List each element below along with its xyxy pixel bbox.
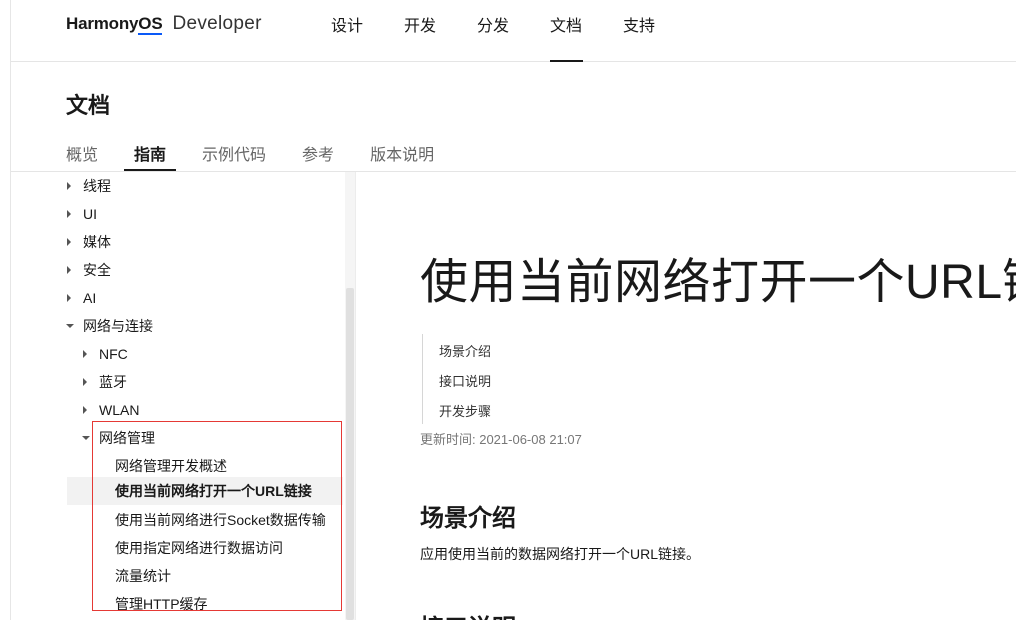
tree-item-label: 管理HTTP缓存 [115, 596, 208, 612]
tree-item-network-management[interactable]: 网络管理 [11, 424, 343, 452]
tree-item-socket-transfer[interactable]: 使用当前网络进行Socket数据传输 [11, 506, 343, 534]
tree-item-label: UI [83, 206, 97, 222]
tree-item-label: WLAN [99, 402, 140, 418]
brand-logo[interactable]: HarmonyOS Developer [66, 13, 262, 37]
tree-item-label: 安全 [83, 262, 111, 278]
tree-item-ai[interactable]: AI [11, 284, 343, 312]
nav-design[interactable]: 设计 [331, 0, 404, 62]
caret-right-icon [83, 378, 87, 386]
tree-item-label: 使用指定网络进行数据访问 [115, 540, 283, 556]
nav-links: 设计 开发 分发 文档 支持 [331, 0, 696, 62]
brand-subtitle: Developer [172, 13, 262, 34]
tree-item-label: 网络管理 [99, 430, 155, 446]
caret-right-icon [67, 238, 71, 246]
tab-sample-code[interactable]: 示例代码 [202, 128, 266, 172]
toc-item-scenario[interactable]: 场景介绍 [439, 341, 491, 360]
doc-tabs: 概览 指南 示例代码 参考 版本说明 [66, 128, 470, 172]
caret-right-icon [67, 182, 71, 190]
caret-right-icon [67, 294, 71, 302]
tree-item-label: 使用当前网络打开一个URL链接 [115, 483, 312, 499]
tree-item-traffic-stats[interactable]: 流量统计 [11, 562, 343, 590]
section-heading-interface: 接口说明 [420, 608, 516, 620]
updated-time: 更新时间: 2021-06-08 21:07 [420, 432, 582, 447]
toc-item-steps[interactable]: 开发步骤 [439, 401, 491, 420]
tree-item-open-url[interactable]: 使用当前网络打开一个URL链接 [67, 477, 343, 505]
tab-guide[interactable]: 指南 [124, 128, 177, 172]
tree-item-label: 使用当前网络进行Socket数据传输 [115, 512, 326, 528]
caret-right-icon [67, 210, 71, 218]
tab-overview[interactable]: 概览 [66, 128, 98, 172]
caret-right-icon [83, 350, 87, 358]
caret-down-icon [66, 324, 74, 328]
tree-item-media[interactable]: 媒体 [11, 228, 343, 256]
caret-right-icon [83, 406, 87, 414]
caret-down-icon [82, 436, 90, 440]
table-of-contents: 场景介绍 接口说明 开发步骤 [422, 334, 622, 424]
tree-item-nfc[interactable]: NFC [11, 340, 343, 368]
tree-item-ui[interactable]: UI [11, 200, 343, 228]
tree-item-label: 网络与连接 [83, 318, 153, 334]
tree-item-http-cache[interactable]: 管理HTTP缓存 [11, 590, 343, 618]
sidebar-scrollbar-thumb[interactable] [346, 288, 354, 620]
nav-distribute[interactable]: 分发 [477, 0, 550, 62]
tree-item-thread[interactable]: 线程 [11, 172, 343, 200]
nav-develop[interactable]: 开发 [404, 0, 477, 62]
page: HarmonyOS Developer 设计 开发 分发 文档 支持 文档 概览… [10, 0, 1016, 620]
tree-item-network-overview[interactable]: 网络管理开发概述 [11, 452, 343, 480]
tree-item-security[interactable]: 安全 [11, 256, 343, 284]
tree-item-label: 流量统计 [115, 568, 171, 584]
top-navigation: HarmonyOS Developer 设计 开发 分发 文档 支持 [11, 0, 1016, 62]
tree-item-label: 网络管理开发概述 [115, 458, 227, 474]
tree-item-label: 蓝牙 [99, 374, 127, 390]
section-heading-scenario: 场景介绍 [420, 505, 516, 532]
tab-release-notes[interactable]: 版本说明 [370, 128, 434, 172]
nav-support[interactable]: 支持 [623, 0, 696, 62]
tree-item-label: 线程 [83, 178, 111, 194]
tree-item-network-connectivity[interactable]: 网络与连接 [11, 312, 343, 340]
tree-item-label: NFC [99, 346, 128, 362]
section-text-scenario: 应用使用当前的数据网络打开一个URL链接。 [420, 546, 701, 562]
tree-item-label: 媒体 [83, 234, 111, 250]
brand-name: HarmonyOS [66, 14, 163, 35]
tree-item-wlan[interactable]: WLAN [11, 396, 343, 424]
nav-docs[interactable]: 文档 [550, 0, 623, 62]
tab-reference[interactable]: 参考 [302, 128, 334, 172]
article-content: 使用当前网络打开一个URL链 场景介绍 接口说明 开发步骤 更新时间: 2021… [356, 172, 1016, 620]
tree-item-bluetooth[interactable]: 蓝牙 [11, 368, 343, 396]
sidebar-tree: 线程 UI 媒体 安全 AI 网络与连接 NFC 蓝牙 WLAN 网络管理 网络… [11, 172, 355, 620]
page-title: 文档 [66, 93, 111, 118]
tree-item-specified-network[interactable]: 使用指定网络进行数据访问 [11, 534, 343, 562]
article-title: 使用当前网络打开一个URL链 [420, 256, 1016, 309]
tree-item-label: AI [83, 290, 97, 306]
caret-right-icon [67, 266, 71, 274]
toc-item-interface[interactable]: 接口说明 [439, 371, 491, 390]
